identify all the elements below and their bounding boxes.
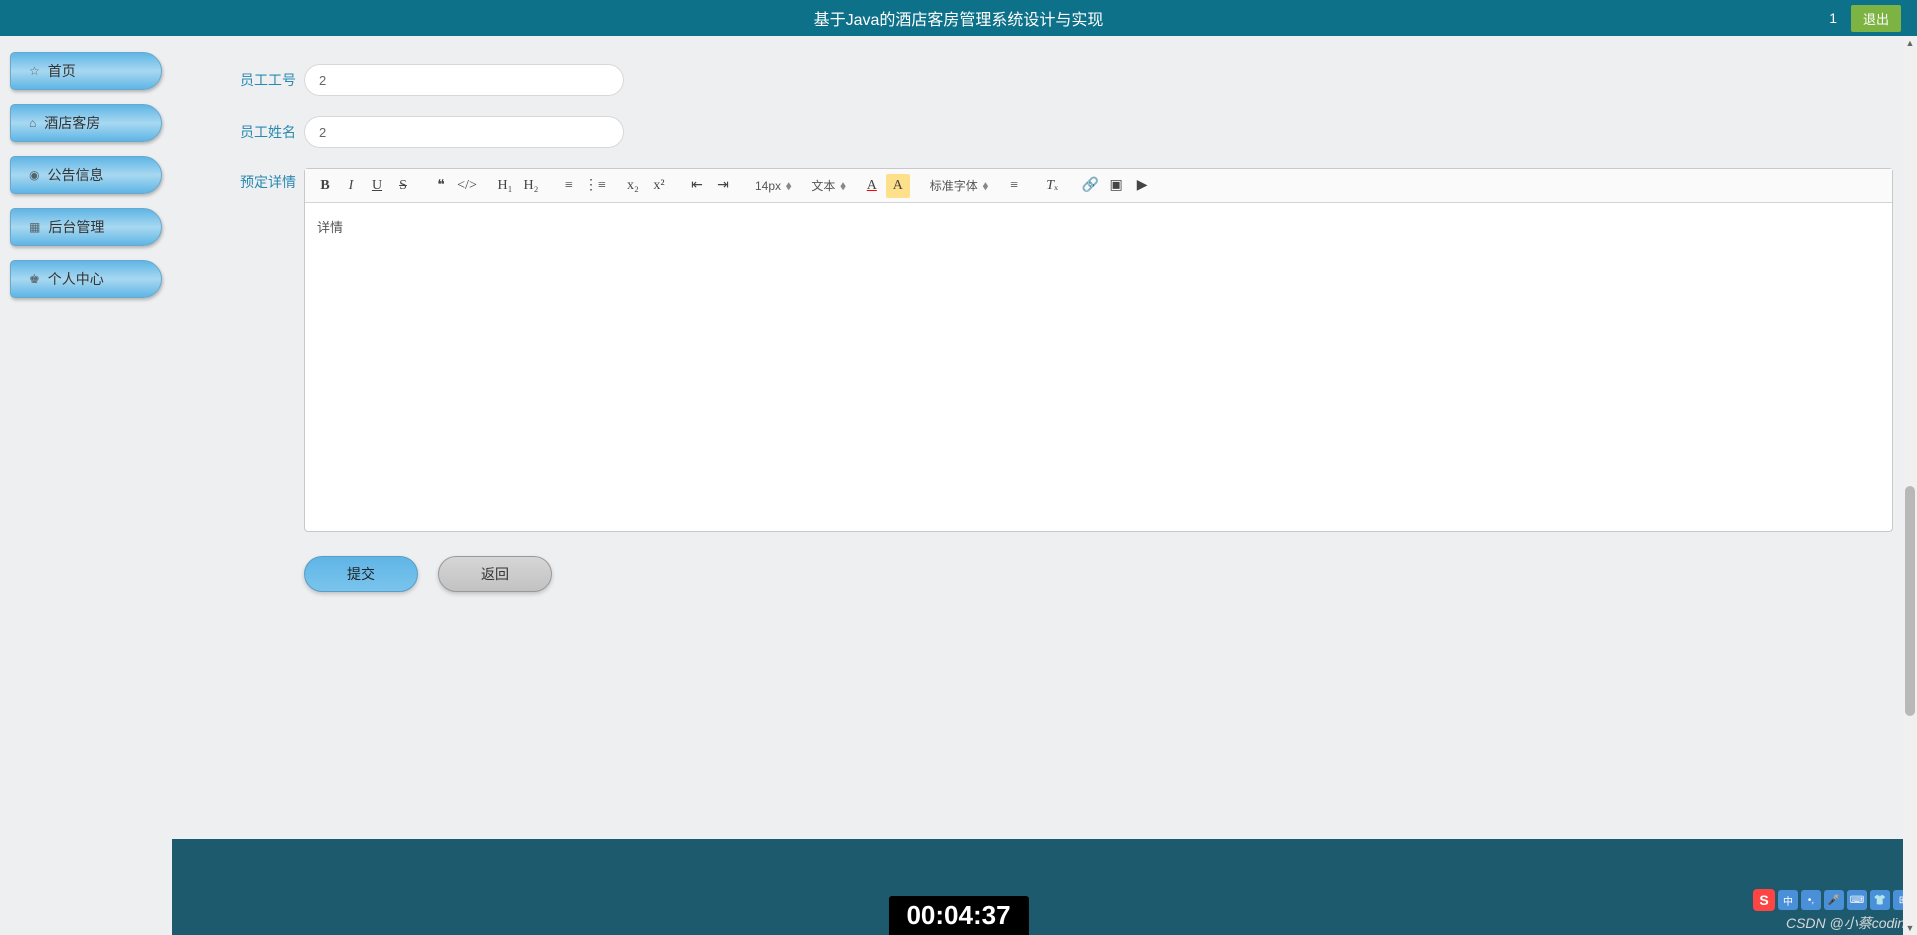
app-title: 基于Java的酒店客房管理系统设计与实现 [814,6,1104,30]
font-size-dropdown[interactable]: 14px [749,177,798,195]
rich-text-editor: B I U S ❝ </> H₁ H₂ ≡ ⋮≡ x₂ x² ⇤ ⇥ [304,168,1893,532]
align-icon[interactable]: ≡ [1002,174,1026,198]
outdent-icon[interactable]: ⇤ [685,174,709,198]
underline-icon[interactable]: U [365,174,389,198]
editor-toolbar: B I U S ❝ </> H₁ H₂ ≡ ⋮≡ x₂ x² ⇤ ⇥ [305,169,1892,203]
recording-timer: 00:04:37 [888,896,1028,935]
ime-lang-icon[interactable]: 中 [1778,890,1798,910]
form-buttons: 提交 返回 [196,556,1893,592]
ime-logo-icon[interactable]: S [1753,889,1775,911]
video-icon[interactable]: ▶ [1130,174,1154,198]
form-row-emp-id: 员工工号 [196,64,1893,96]
font-family-select[interactable]: 标准字体 [924,177,988,195]
bold-icon[interactable]: B [313,174,337,198]
scroll-down-icon[interactable]: ▼ [1903,921,1917,935]
link-icon[interactable]: 🔗 [1078,174,1102,198]
ime-skin-icon[interactable]: 👕 [1870,890,1890,910]
current-user: 1 [1829,10,1837,26]
sidebar-item-label: 个人中心 [48,269,104,289]
info-icon: ◉ [29,168,39,182]
subscript-icon[interactable]: x₂ [621,174,645,198]
emp-id-label: 员工工号 [196,70,296,90]
form-row-details: 预定详情 B I U S ❝ </> H₁ H₂ ≡ ⋮≡ x₂ x² ⇤ [196,168,1893,532]
sidebar-item-label: 公告信息 [47,165,103,185]
ime-voice-icon[interactable]: 🎤 [1824,890,1844,910]
font-size-select[interactable]: 14px [749,177,791,195]
clear-format-icon[interactable]: Tₓ [1040,174,1064,198]
strike-icon[interactable]: S [391,174,415,198]
form-row-emp-name: 员工姓名 [196,116,1893,148]
font-family-dropdown[interactable]: 标准字体 [924,177,995,195]
text-style-dropdown[interactable]: 文本 [805,177,852,195]
watermark-text: CSDN @小蔡coding [1786,913,1913,933]
emp-name-input[interactable] [304,116,624,148]
details-label: 预定详情 [196,168,296,192]
user-icon: ♚ [29,272,40,286]
scroll-up-icon[interactable]: ▲ [1903,36,1917,50]
quote-icon[interactable]: ❝ [429,174,453,198]
indent-icon[interactable]: ⇥ [711,174,735,198]
home-icon: ⌂ [29,116,36,130]
star-icon: ☆ [29,64,40,78]
sidebar-nav: ☆ 首页 ⌂ 酒店客房 ◉ 公告信息 ▦ 后台管理 ♚ 个人中心 [0,36,172,328]
ime-keyboard-icon[interactable]: ⌨ [1847,890,1867,910]
sidebar-item-label: 首页 [48,61,76,81]
emp-name-label: 员工姓名 [196,122,296,142]
scroll-thumb[interactable] [1905,486,1915,716]
main-content: 员工工号 员工姓名 预定详情 B I U S ❝ </> H₁ H₂ ≡ ⋮≡ [172,36,1917,935]
sidebar-item-rooms[interactable]: ⌂ 酒店客房 [10,104,162,142]
ime-toolbar: S 中 •, 🎤 ⌨ 👕 ⊞ [1753,889,1913,911]
ordered-list-icon[interactable]: ≡ [557,174,581,198]
text-color-icon[interactable]: A [860,174,884,198]
sidebar-item-profile[interactable]: ♚ 个人中心 [10,260,162,298]
sidebar-item-admin[interactable]: ▦ 后台管理 [10,208,162,246]
logout-button[interactable]: 退出 [1851,5,1901,32]
code-icon[interactable]: </> [455,174,479,198]
sidebar-item-label: 后台管理 [48,217,104,237]
grid-icon: ▦ [29,220,40,234]
sidebar-item-announcements[interactable]: ◉ 公告信息 [10,156,162,194]
sidebar-item-label: 酒店客房 [44,113,100,133]
submit-button[interactable]: 提交 [304,556,418,592]
page-footer [172,839,1917,935]
italic-icon[interactable]: I [339,174,363,198]
unordered-list-icon[interactable]: ⋮≡ [583,174,607,198]
editor-content-area[interactable]: 详情 [305,203,1892,531]
heading2-icon[interactable]: H₂ [519,174,543,198]
heading1-icon[interactable]: H₁ [493,174,517,198]
app-header: 基于Java的酒店客房管理系统设计与实现 1 退出 [0,0,1917,36]
back-button[interactable]: 返回 [438,556,552,592]
superscript-icon[interactable]: x² [647,174,671,198]
emp-id-input[interactable] [304,64,624,96]
highlight-icon[interactable]: A [886,174,910,198]
image-icon[interactable]: ▣ [1104,174,1128,198]
page-scrollbar[interactable]: ▲ ▼ [1903,36,1917,935]
text-style-select[interactable]: 文本 [805,177,845,195]
header-right-area: 1 退出 [1829,5,1901,32]
ime-punct-icon[interactable]: •, [1801,890,1821,910]
sidebar-item-home[interactable]: ☆ 首页 [10,52,162,90]
